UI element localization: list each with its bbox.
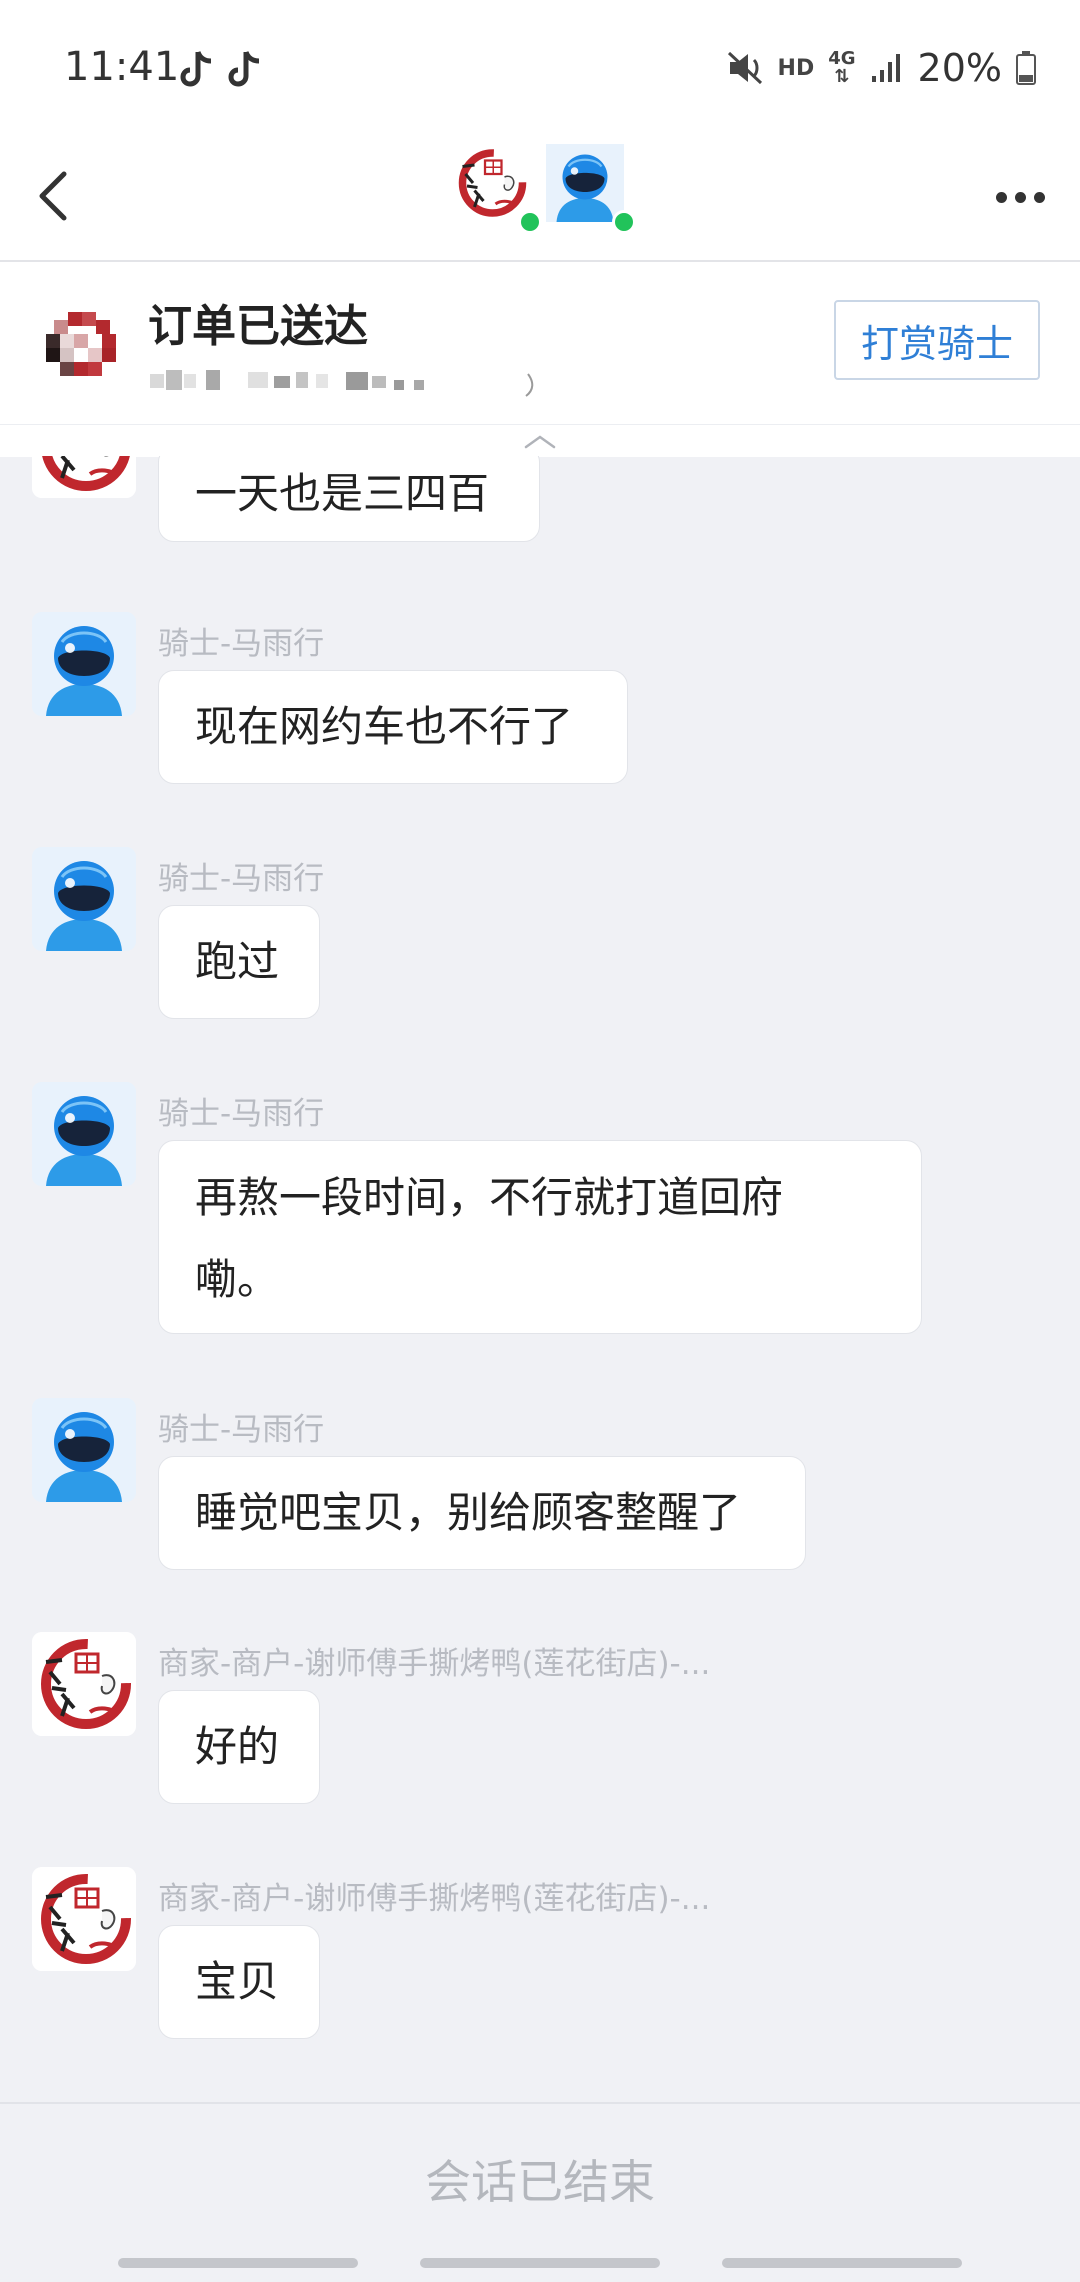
order-status-card[interactable]: 订单已送达 打赏骑士	[0, 262, 1080, 424]
order-subtitle-redacted	[150, 370, 534, 397]
sender-name: 骑士-马雨行	[158, 1412, 325, 1448]
collapse-strip	[0, 424, 1080, 457]
chat-footer: 会话已结束	[0, 2102, 1080, 2282]
network-indicator: 4G ⇅	[828, 48, 856, 87]
sender-name: 商家-商户-谢师傅手撕烤鸭(莲花街店)-...	[158, 1881, 711, 1917]
status-icons: HD 4G ⇅ 20%	[726, 44, 1036, 92]
gesture-bar[interactable]	[722, 2258, 962, 2268]
status-bar: 11:41 HD 4G ⇅ 20%	[0, 0, 1080, 132]
message-bubble[interactable]: 睡觉吧宝贝，别给顾客整醒了	[158, 1456, 806, 1570]
merchant-avatar[interactable]	[32, 1867, 136, 1971]
tip-rider-button[interactable]: 打赏骑士	[834, 300, 1040, 380]
order-merchant-avatar-pixelated	[46, 306, 122, 382]
tiktok-icon	[228, 51, 260, 87]
rider-avatar[interactable]	[32, 1082, 136, 1186]
message-text-line: 嘞。	[195, 1255, 280, 1304]
merchant-avatar[interactable]	[32, 1632, 136, 1736]
sender-name: 骑士-马雨行	[158, 626, 325, 662]
order-status-title: 订单已送达	[148, 301, 368, 352]
sender-name: 骑士-马雨行	[158, 861, 325, 897]
merchant-avatar[interactable]	[32, 456, 136, 498]
chevron-up-icon[interactable]	[522, 431, 558, 451]
chat-header	[0, 132, 1080, 262]
gesture-bar[interactable]	[420, 2258, 660, 2268]
more-options-button[interactable]	[980, 162, 1060, 232]
online-indicator	[612, 210, 636, 234]
message-bubble[interactable]: 现在网约车也不行了	[158, 670, 628, 784]
status-time: 11:41	[64, 44, 180, 90]
message-bubble[interactable]: 一天也是三四百	[158, 456, 540, 542]
merchant-avatar[interactable]	[452, 144, 542, 234]
message-text-line: 再熬一段时间，不行就打道回府	[195, 1173, 784, 1222]
gesture-bar[interactable]	[118, 2258, 358, 2268]
chat-message-list[interactable]: 一天也是三四百 骑士-马雨行 现在网约车也不行了 骑士-马雨行 跑过 骑士-马雨…	[0, 456, 1080, 2102]
rider-avatar[interactable]	[32, 1398, 136, 1502]
tiktok-icon	[180, 51, 212, 87]
battery-percent: 20%	[917, 46, 1002, 90]
sender-name: 商家-商户-谢师傅手撕烤鸭(莲花街店)-...	[158, 1646, 711, 1682]
more-horizontal-icon	[995, 191, 1007, 203]
hd-indicator: HD	[777, 55, 815, 81]
sender-name: 骑士-马雨行	[158, 1096, 325, 1132]
rider-avatar[interactable]	[32, 847, 136, 951]
message-bubble[interactable]: 好的	[158, 1690, 320, 1804]
signal-icon	[871, 54, 900, 82]
rider-avatar[interactable]	[546, 144, 636, 234]
rider-avatar[interactable]	[32, 612, 136, 716]
battery-icon	[1016, 51, 1036, 85]
back-button[interactable]	[18, 156, 98, 236]
message-bubble[interactable]: 宝贝	[158, 1925, 320, 2039]
message-bubble[interactable]: 再熬一段时间，不行就打道回府 嘞。	[158, 1140, 922, 1334]
mute-icon	[727, 51, 762, 85]
session-ended-text: 会话已结束	[425, 2155, 655, 2209]
message-bubble[interactable]: 跑过	[158, 905, 320, 1019]
online-indicator	[518, 210, 542, 234]
